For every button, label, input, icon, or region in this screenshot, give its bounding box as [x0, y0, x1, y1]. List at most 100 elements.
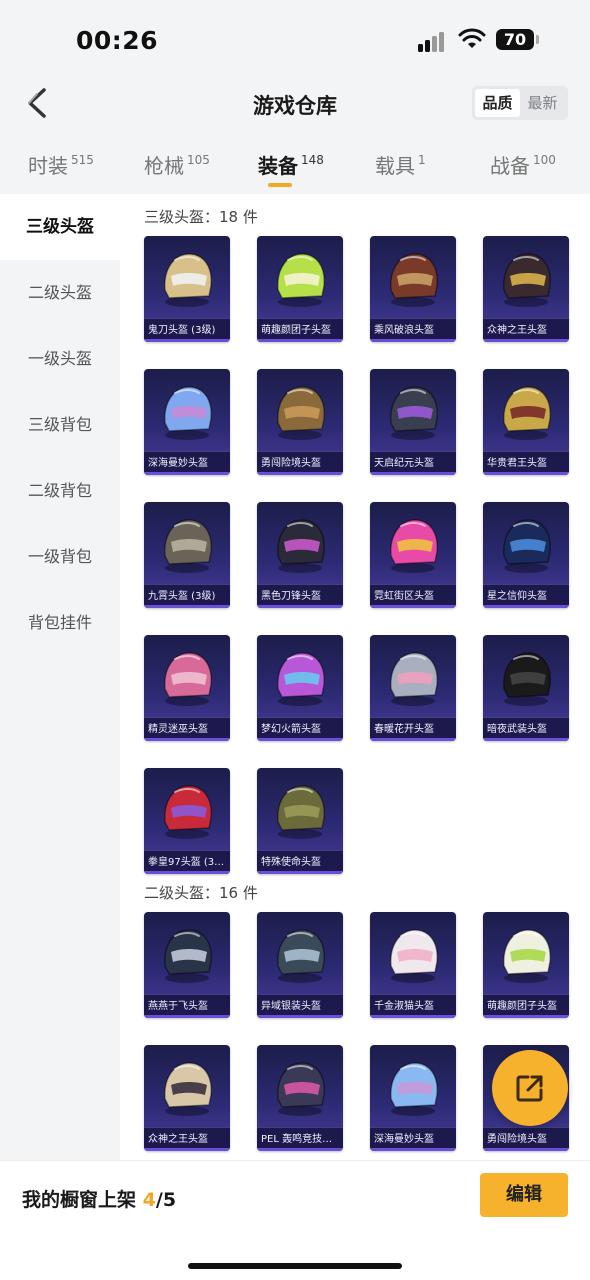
helmet-icon: [390, 386, 438, 440]
sidebar-item-level2-helmet[interactable]: 二级头盔: [0, 260, 120, 326]
helmet-icon: [277, 519, 325, 573]
tab-count: 148: [301, 153, 324, 167]
helmet-icon: [390, 929, 438, 983]
helmet-icon: [390, 519, 438, 573]
shelf-label: 我的橱窗上架: [22, 1189, 137, 1211]
helmet-icon: [164, 386, 212, 440]
rarity-bar: [370, 1015, 456, 1018]
status-bar: 00:26 70: [0, 0, 590, 76]
bottom-bar: 我的橱窗上架 4/5 编辑: [0, 1160, 590, 1280]
share-button[interactable]: [492, 1050, 568, 1126]
rarity-bar: [370, 339, 456, 342]
item-card[interactable]: 众神之王头盔: [144, 1045, 230, 1151]
helmet-icon: [390, 1062, 438, 1116]
sidebar-item-backpack-charm[interactable]: 背包挂件: [0, 590, 120, 656]
shelf-total-count: /5: [155, 1189, 177, 1211]
item-card[interactable]: PEL 轰鸣竞技头盔: [257, 1045, 343, 1151]
status-time: 00:26: [76, 26, 159, 55]
sort-option-newest[interactable]: 最新: [520, 89, 565, 117]
helmet-icon: [164, 785, 212, 839]
item-card[interactable]: 燕燕于飞头盔: [144, 912, 230, 1018]
item-card[interactable]: 萌趣颜团子头盔: [257, 236, 343, 342]
rarity-bar: [370, 738, 456, 741]
helmet-icon: [164, 253, 212, 307]
active-tab-indicator: [268, 183, 292, 187]
rarity-bar: [144, 472, 230, 475]
item-card[interactable]: 众神之王头盔: [483, 236, 569, 342]
helmet-icon: [277, 929, 325, 983]
item-card[interactable]: 特殊使命头盔: [257, 768, 343, 874]
tab-label: 载具: [375, 154, 415, 178]
item-card[interactable]: 九霄头盔 (3级): [144, 502, 230, 608]
sidebar-item-level3-helmet[interactable]: 三级头盔: [0, 194, 120, 260]
sidebar-item-level2-backpack[interactable]: 二级背包: [0, 458, 120, 524]
item-card[interactable]: 霓虹街区头盔: [370, 502, 456, 608]
helmet-icon: [277, 652, 325, 706]
category-tabs: 时装 515 枪械 105 装备 148 载具 1 战备 100: [0, 140, 590, 192]
tab-label: 枪械: [144, 154, 184, 178]
sort-toggle: 品质 最新: [472, 86, 568, 120]
tab-combat-gear[interactable]: 战备 100: [490, 150, 556, 179]
tab-vehicles[interactable]: 载具 1: [375, 150, 426, 179]
sidebar-item-level1-helmet[interactable]: 一级头盔: [0, 326, 120, 392]
edit-button[interactable]: 编辑: [480, 1173, 568, 1217]
item-card[interactable]: 黑色刀锋头盔: [257, 502, 343, 608]
rarity-bar: [257, 605, 343, 608]
item-card[interactable]: 精灵迷巫头盔: [144, 635, 230, 741]
tab-label: 装备: [258, 154, 298, 178]
tab-equipment[interactable]: 装备 148: [258, 150, 324, 179]
rarity-bar: [483, 1015, 569, 1018]
item-card[interactable]: 华贵君王头盔: [483, 369, 569, 475]
item-card[interactable]: 拳皇97头盔 (3级): [144, 768, 230, 874]
game-warehouse-page: 00:26 70 游戏仓库 品质 最新 时装 515 枪械 105 装备 148 载具…: [0, 0, 590, 1280]
showcase-shelf-status: 我的橱窗上架 4/5: [22, 1185, 176, 1212]
item-card[interactable]: 春暖花开头盔: [370, 635, 456, 741]
section-title-level2: 二级头盔：16 件: [144, 884, 258, 902]
rarity-bar: [257, 339, 343, 342]
rarity-bar: [483, 472, 569, 475]
sort-option-quality[interactable]: 品质: [475, 89, 520, 117]
rarity-bar: [257, 871, 343, 874]
item-card[interactable]: 鬼刀头盔 (3级): [144, 236, 230, 342]
helmet-icon: [277, 1062, 325, 1116]
item-card[interactable]: 深海曼妙头盔: [144, 369, 230, 475]
wifi-icon: [458, 28, 486, 48]
helmet-icon: [164, 929, 212, 983]
tab-count: 105: [187, 153, 210, 167]
rarity-bar: [370, 1148, 456, 1151]
section-title-level3: 三级头盔：18 件: [144, 208, 258, 226]
sidebar-item-level3-backpack[interactable]: 三级背包: [0, 392, 120, 458]
item-card[interactable]: 萌趣颜团子头盔: [483, 912, 569, 1018]
helmet-icon: [277, 386, 325, 440]
item-card[interactable]: 星之信仰头盔: [483, 502, 569, 608]
item-card[interactable]: 深海曼妙头盔: [370, 1045, 456, 1151]
cellular-signal-icon: [418, 30, 450, 52]
rarity-bar: [257, 1148, 343, 1151]
rarity-bar: [483, 1148, 569, 1151]
item-card[interactable]: 梦幻火箭头盔: [257, 635, 343, 741]
home-indicator: [188, 1263, 402, 1269]
tab-fashion[interactable]: 时装 515: [28, 150, 94, 179]
battery-cap: [536, 35, 539, 44]
helmet-icon: [164, 519, 212, 573]
sidebar-item-level1-backpack[interactable]: 一级背包: [0, 524, 120, 590]
item-card[interactable]: 暗夜武装头盔: [483, 635, 569, 741]
rarity-bar: [144, 605, 230, 608]
rarity-bar: [370, 472, 456, 475]
rarity-bar: [257, 472, 343, 475]
helmet-icon: [503, 652, 551, 706]
tab-label: 时装: [28, 154, 68, 178]
tab-guns[interactable]: 枪械 105: [144, 150, 210, 179]
rarity-bar: [483, 339, 569, 342]
item-card[interactable]: 异域银装头盔: [257, 912, 343, 1018]
item-card[interactable]: 乘风破浪头盔: [370, 236, 456, 342]
item-card[interactable]: 千金淑猫头盔: [370, 912, 456, 1018]
item-card[interactable]: 勇闯险境头盔: [257, 369, 343, 475]
rarity-bar: [144, 738, 230, 741]
item-card[interactable]: 天启纪元头盔: [370, 369, 456, 475]
rarity-bar: [144, 1015, 230, 1018]
rarity-bar: [144, 871, 230, 874]
shelf-current-count: 4: [142, 1189, 156, 1211]
helmet-icon: [164, 652, 212, 706]
battery-icon: 70: [496, 29, 534, 50]
